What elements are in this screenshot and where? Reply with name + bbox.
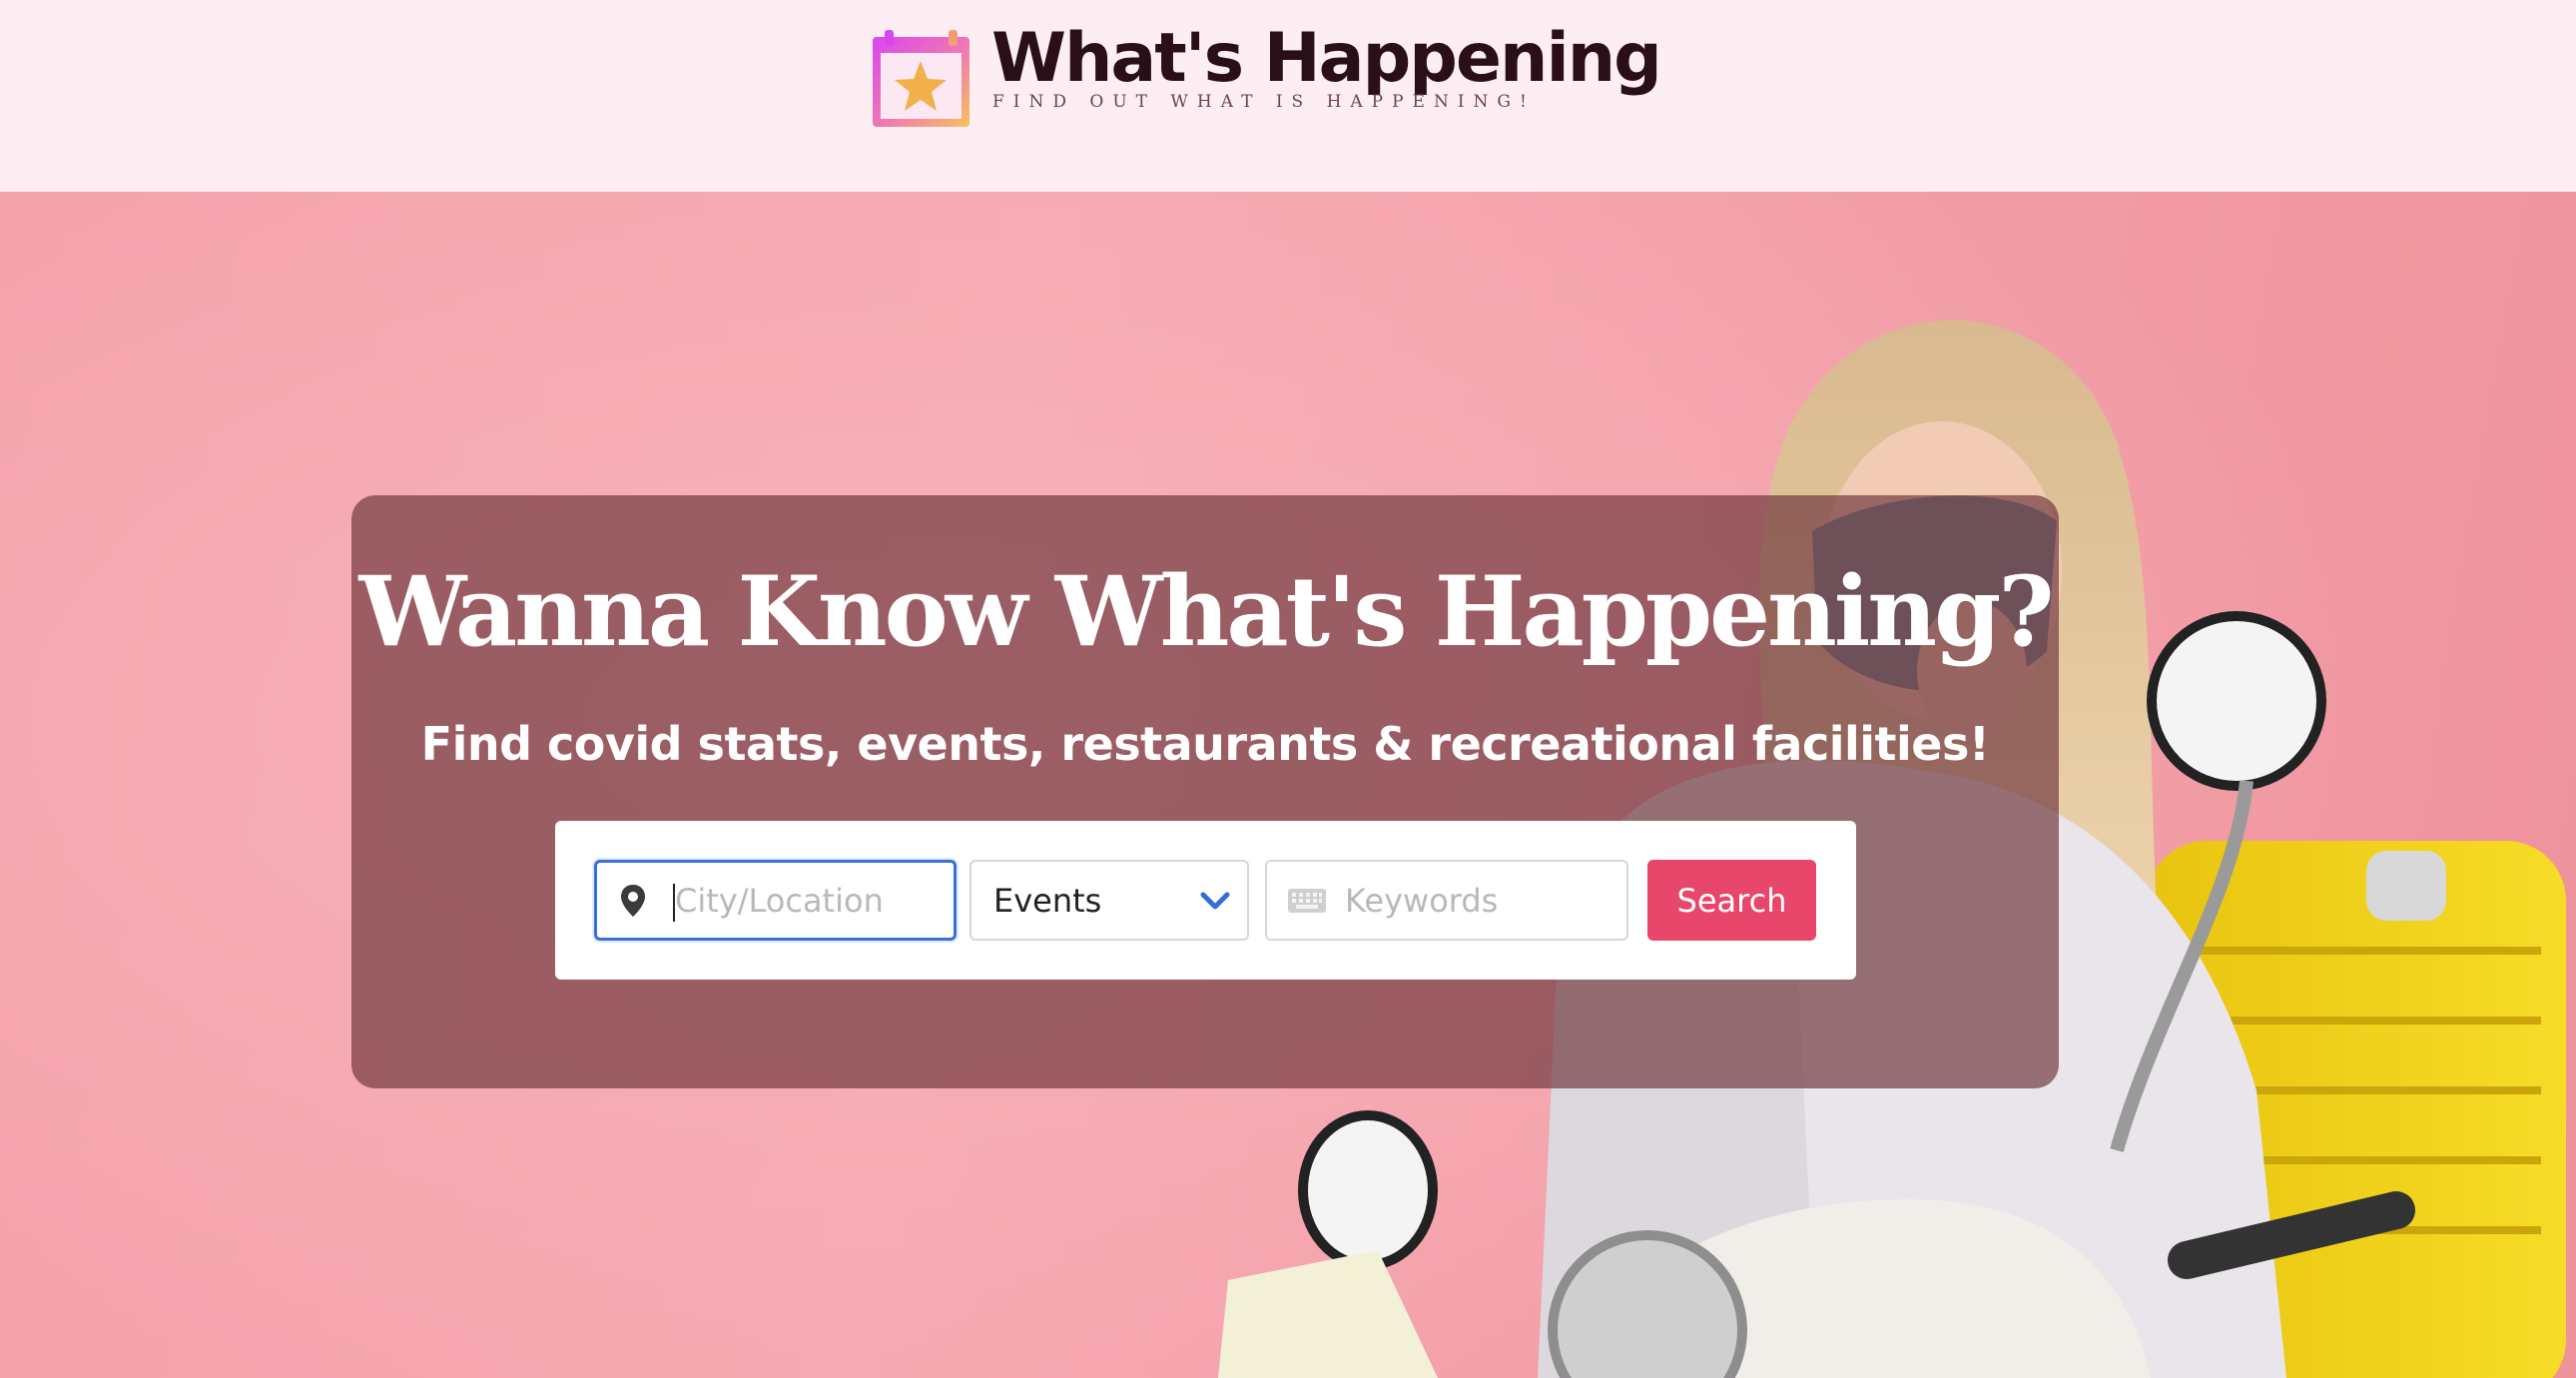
brand-title[interactable]: What's Happening bbox=[991, 14, 1662, 104]
keywords-field[interactable] bbox=[1265, 860, 1628, 941]
category-select[interactable]: Events bbox=[969, 860, 1249, 941]
category-selected-value: Events bbox=[993, 881, 1102, 920]
hero-overlay-card: Wanna Know What's Happening? Find covid … bbox=[351, 495, 2059, 1088]
search-panel: Events bbox=[555, 821, 1856, 980]
chevron-down-icon bbox=[1197, 862, 1233, 939]
site-header: What's Happening FIND OUT WHAT IS HAPPEN… bbox=[0, 0, 2576, 192]
brand-tagline: FIND OUT WHAT IS HAPPENING! bbox=[992, 92, 1536, 112]
search-button[interactable]: Search bbox=[1647, 860, 1816, 941]
calendar-star-icon[interactable] bbox=[870, 27, 972, 130]
location-field[interactable] bbox=[594, 860, 957, 941]
keywords-input[interactable] bbox=[1345, 862, 1614, 939]
hero-subtitle: Find covid stats, events, restaurants & … bbox=[420, 717, 1990, 771]
map-pin-icon bbox=[615, 863, 651, 938]
keyboard-icon bbox=[1285, 862, 1329, 939]
hero-section: Wanna Know What's Happening? Find covid … bbox=[0, 192, 2576, 1378]
location-input[interactable] bbox=[675, 863, 945, 938]
hero-title: Wanna Know What's Happening? bbox=[358, 555, 2055, 668]
